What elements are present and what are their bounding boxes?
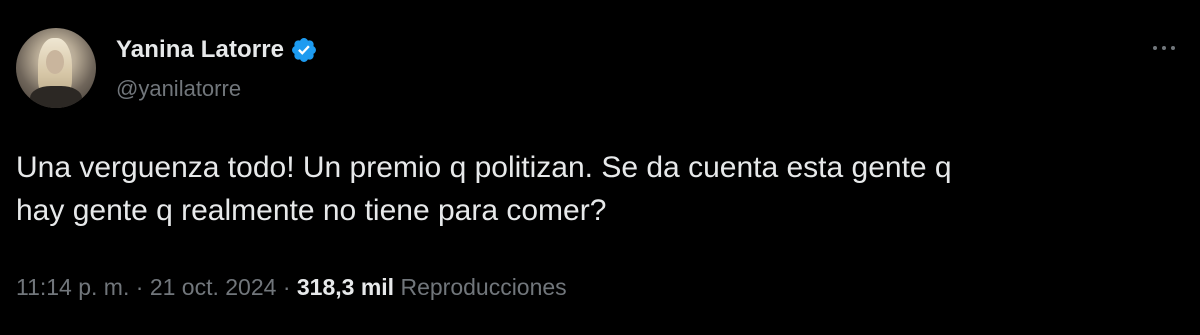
author-name-row: Yanina Latorre — [116, 32, 318, 68]
views-count: 318,3 mil — [296, 274, 395, 300]
tweet-text-line: Una verguenza todo! Un premio q politiza… — [16, 151, 952, 184]
more-dot — [1162, 46, 1166, 50]
tweet-time[interactable]: 11:14 p. m. — [16, 274, 129, 300]
avatar-body — [30, 86, 82, 108]
views-label: Reproducciones — [400, 274, 567, 300]
tweet-date[interactable]: 21 oct. 2024 — [150, 274, 277, 300]
more-dot — [1171, 46, 1175, 50]
avatar-face — [46, 50, 64, 74]
tweet-card: Yanina Latorre @yanilatorre Una verguenz… — [0, 0, 1200, 335]
tweet-meta: 11:14 p. m. · 21 oct. 2024 · 318,3 mil R… — [16, 274, 567, 301]
author-handle[interactable]: @yanilatorre — [116, 76, 241, 102]
more-horizontal-icon[interactable] — [1146, 36, 1182, 60]
meta-separator: · — [135, 274, 144, 300]
tweet-text-line: hay gente q realmente no tiene para come… — [16, 194, 607, 227]
meta-separator: · — [282, 274, 291, 300]
avatar[interactable] — [16, 28, 96, 108]
verified-badge-icon — [290, 36, 318, 64]
tweet-text: Una verguenza todo! Un premio q politiza… — [16, 146, 1176, 232]
more-dot — [1153, 46, 1157, 50]
author-display-name[interactable]: Yanina Latorre — [116, 36, 284, 64]
